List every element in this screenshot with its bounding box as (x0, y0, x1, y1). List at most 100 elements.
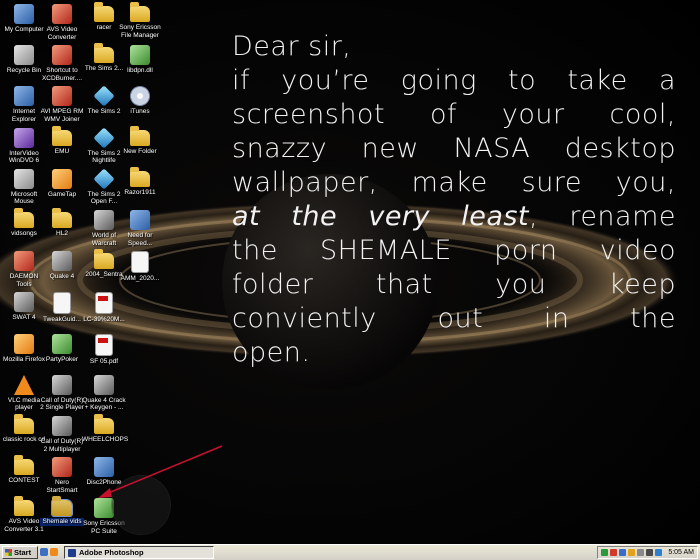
video-converter-icon (52, 4, 72, 24)
desktop-icon-label: Call of Duty(R) 2 Multiplayer (40, 438, 84, 453)
desktop-icon-item[interactable]: Call of Duty(R) 2 Single Player (40, 374, 84, 412)
desktop-icon-item[interactable]: EMU (40, 125, 84, 156)
warcraft-icon (94, 210, 114, 230)
swat-icon (14, 292, 34, 313)
firefox-icon (14, 333, 34, 354)
folder-icon (14, 496, 34, 517)
dll-file-icon (130, 45, 150, 66)
desktop-icon-label: SF 05.pdf (89, 357, 119, 365)
need-for-speed-icon (130, 210, 150, 230)
volume-icon[interactable] (637, 549, 645, 556)
message-line-7: the SHEMALE porn video (232, 235, 676, 266)
desktop-icon-label: LC-39%20M... (83, 316, 125, 324)
desktop-icon-label: Razor1911 (124, 188, 156, 196)
desktop[interactable]: My Computer AVS Video Converter racer Sony … (0, 0, 700, 544)
tray-app-icon[interactable] (628, 549, 636, 556)
desktop-icon-item[interactable]: WHEELCHOPS (82, 414, 129, 444)
desktop-icon-item[interactable]: TweakGuid... (40, 292, 84, 324)
windows-logo-icon (5, 549, 12, 556)
desktop-icon-label: AVS Video Converter (46, 26, 78, 41)
pdf-icon (95, 292, 113, 315)
desktop-icon-item[interactable]: AVS Video Converter (40, 4, 84, 41)
desktop-icon-item[interactable]: Razor1911 (118, 166, 162, 197)
desktop-icon-item[interactable]: HL2 (40, 208, 84, 238)
tray-app-icon[interactable] (619, 549, 627, 556)
desktop-icon-item[interactable]: LC-39%20M... (82, 292, 126, 324)
desktop-icon-label: PartyPoker (45, 355, 79, 363)
desktop-icon-label: HL2 (56, 230, 68, 237)
desktop-icon-item[interactable]: Shemale vids (40, 496, 84, 526)
message-line-6-rest: , rename (529, 201, 677, 232)
spotlight-circle (112, 476, 170, 534)
desktop-icon-label: libdpn.dll (127, 67, 153, 75)
system-tray: 5:05 AM (597, 546, 698, 559)
quake-icon (94, 374, 114, 395)
folder-icon (14, 208, 34, 228)
desktop-icon-item[interactable]: Need for Speed... (118, 210, 162, 247)
call-of-duty-icon (52, 416, 72, 436)
folder-icon (52, 125, 72, 146)
message-line-6: at the very least, rename (232, 200, 676, 234)
desktop-icon-item[interactable]: AMM_2020... (118, 251, 162, 283)
desktop-icon-label: AMM_2020... (120, 275, 160, 283)
desktop-icon-item[interactable]: Shortcut to XCDBurner.... (40, 45, 84, 82)
desktop-icon-item[interactable]: PartyPoker (40, 333, 84, 364)
desktop-icon-item[interactable]: New Folder (118, 125, 162, 156)
desktop-icon-item[interactable]: SF 05.pdf (82, 333, 126, 366)
quake-icon (52, 251, 72, 272)
desktop-icon-item[interactable]: Disc2Phone (82, 457, 126, 487)
desktop-icon-label: New Folder (123, 147, 157, 155)
desktop-icon-label: WHEELCHOPS (82, 436, 129, 443)
taskbar: Start Adobe Photoshop 5:05 AM (0, 544, 700, 560)
desktop-icon-item[interactable]: Call of Duty(R) 2 Multiplayer (40, 416, 84, 453)
start-button[interactable]: Start (2, 546, 38, 559)
photoshop-icon (68, 548, 76, 557)
sims-icon (93, 168, 115, 190)
clock: 5:05 AM (668, 549, 694, 556)
folder-icon (52, 208, 72, 228)
folder-icon (94, 2, 114, 22)
desktop-icon-item[interactable]: Quake 4 (40, 251, 84, 281)
desktop-icon-label: Shortcut to XCDBurner.... (41, 67, 83, 82)
desktop-icon-item[interactable]: AVI MPEG RM WMV Joiner (40, 86, 84, 123)
call-of-duty-icon (52, 374, 72, 395)
desktop-icon-label: iTunes (130, 108, 150, 116)
pc-suite-icon (94, 498, 114, 519)
desktop-icon-item[interactable]: Nero StartSmart (40, 457, 84, 494)
desktop-icon[interactable] (40, 548, 48, 556)
desktop-icon-label: Shemale vids (40, 518, 84, 526)
desktop-icon-label: Need for Speed... (127, 232, 153, 247)
message-line-10: open. (232, 337, 311, 368)
folder-icon (94, 414, 114, 434)
folder-icon (14, 414, 34, 434)
desktop-icon-item[interactable]: Sony Ericsson File Manager (118, 2, 162, 39)
taskbar-button-label: Adobe Photoshop (79, 548, 144, 557)
shortcut-icon (52, 45, 72, 66)
desktop-icon-label: Quake 4 Crack + Keygen - ... (82, 396, 126, 412)
start-label: Start (14, 548, 32, 557)
tray-app-icon[interactable] (655, 549, 663, 556)
desktop-icon-item[interactable]: libdpn.dll (118, 45, 162, 75)
desktop-icon-label: Quake 4 (49, 273, 75, 281)
taskbar-button-photoshop[interactable]: Adobe Photoshop (64, 546, 214, 559)
annotation-message: Dear sir, if you’re going to take a scre… (232, 30, 676, 370)
desktop-icon-item[interactable]: iTunes (118, 86, 162, 116)
desktop-icon-label: Call of Duty(R) 2 Single Player (40, 396, 84, 412)
message-emphasis: at the very least (232, 201, 530, 232)
desktop-icon-label: Nero StartSmart (46, 479, 78, 494)
desktop-icon-label: GameTap (47, 190, 77, 198)
folder-icon (52, 496, 72, 517)
tray-app-icon[interactable] (601, 549, 609, 556)
pdf-icon (95, 333, 113, 356)
message-line-4: snazzy new NASA desktop (232, 133, 676, 164)
desktop-icon-item[interactable]: Quake 4 Crack + Keygen - ... (82, 374, 126, 412)
desktop-icon-label: Sony Ericsson File Manager (119, 24, 161, 39)
windvd-icon (14, 127, 34, 148)
tray-app-icon[interactable] (610, 549, 618, 556)
vlc-icon (14, 374, 34, 395)
mouse-icon (14, 168, 34, 189)
desktop-icon-item[interactable]: GameTap (40, 168, 84, 199)
browser-icon[interactable] (50, 548, 58, 556)
sims-icon (93, 85, 115, 107)
network-icon[interactable] (646, 549, 654, 556)
